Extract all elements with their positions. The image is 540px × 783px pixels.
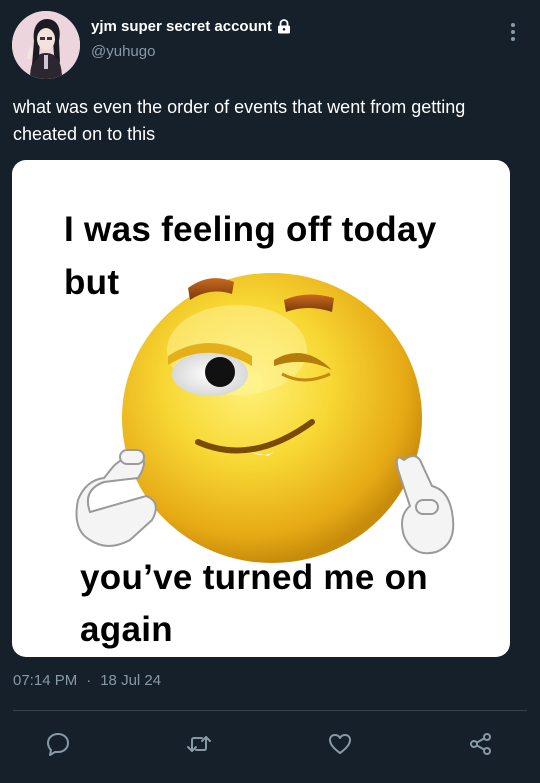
timestamp[interactable]: 07:14 PM · 18 Jul 24 — [13, 672, 161, 689]
divider — [13, 710, 527, 711]
timestamp-separator: · — [86, 672, 92, 689]
display-name[interactable]: yjm super secret account — [91, 18, 272, 35]
meme-caption-top-continued: but — [64, 263, 120, 302]
retweet-button[interactable] — [185, 730, 213, 758]
meme-caption-bottom: you’ve turned me on — [80, 558, 428, 597]
tweet-text: what was even the order of events that w… — [13, 97, 466, 144]
heart-icon — [329, 734, 351, 754]
reply-icon — [47, 733, 69, 756]
author-name-row: yjm super secret account — [91, 18, 291, 35]
tweet-container: yjm super secret account @yuhugo what wa… — [0, 0, 540, 783]
action-bar — [0, 722, 540, 766]
pointing-hand-left — [75, 449, 157, 547]
pointing-hand-right — [395, 455, 455, 555]
tweet-date: 18 Jul 24 — [100, 672, 162, 689]
media-image[interactable]: I was feeling off today but you’ve turne… — [12, 160, 510, 657]
tweet-time: 07:14 PM — [13, 672, 78, 689]
more-vertical-icon[interactable] — [505, 20, 521, 44]
retweet-icon — [187, 736, 211, 752]
avatar[interactable] — [12, 11, 80, 79]
avatar-image — [12, 11, 80, 79]
handle[interactable]: @yuhugo — [91, 43, 155, 60]
like-button[interactable] — [326, 730, 354, 758]
reply-button[interactable] — [44, 730, 72, 758]
share-button[interactable] — [467, 730, 495, 758]
meme-caption-top: I was feeling off today — [64, 210, 437, 249]
meme-caption-bottom-continued: again — [80, 610, 173, 649]
lock-icon — [277, 19, 291, 34]
share-icon — [470, 733, 491, 755]
